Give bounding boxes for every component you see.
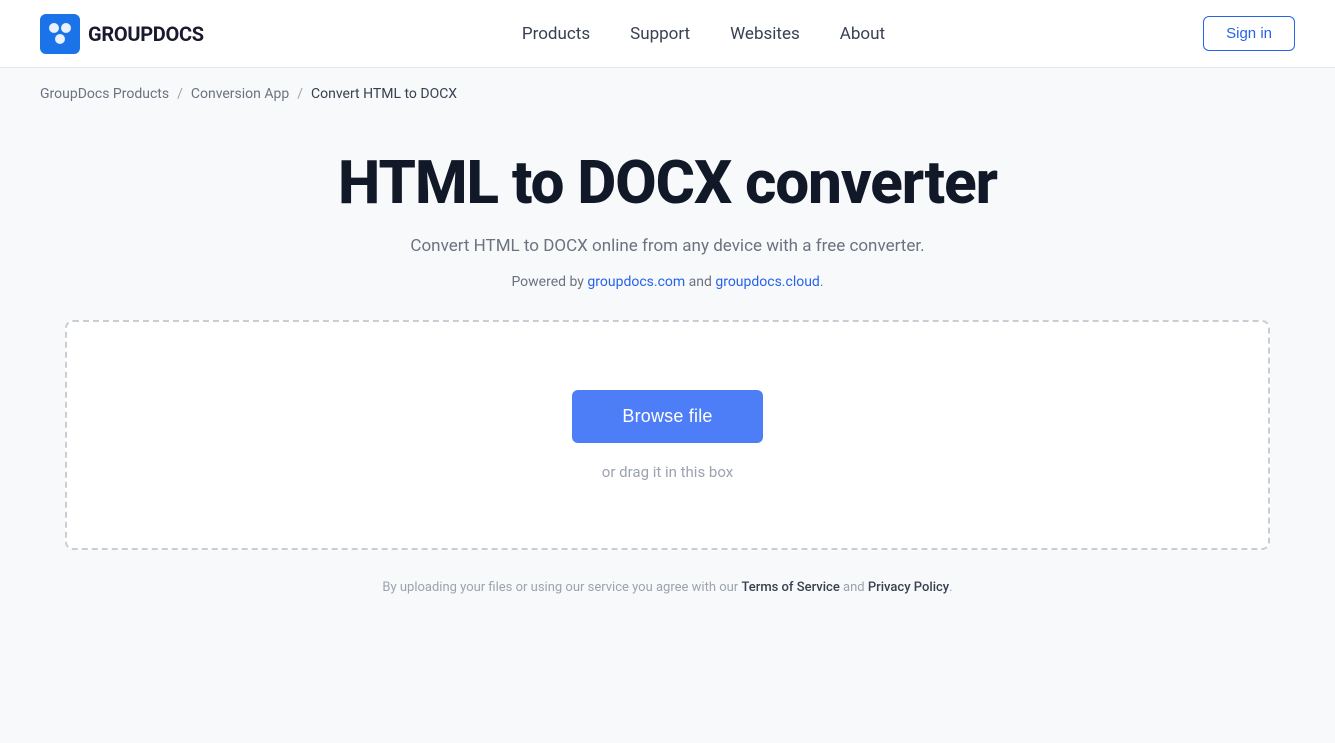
main-content: HTML to DOCX converter Convert HTML to D… (0, 120, 1335, 595)
groupdocs-logo-icon (40, 14, 80, 54)
nav-link-about[interactable]: About (840, 24, 885, 44)
nav-item-products[interactable]: Products (522, 24, 590, 44)
page-title: HTML to DOCX converter (338, 150, 997, 216)
logo-text: GROUPDOCS (88, 22, 204, 46)
powered-by-prefix: Powered by (511, 274, 587, 290)
groupdocs-cloud-link[interactable]: groupdocs.cloud (715, 274, 820, 290)
nav-link-websites[interactable]: Websites (730, 24, 800, 44)
breadcrumb-sep-1: / (177, 86, 183, 102)
breadcrumb-current: Convert HTML to DOCX (311, 86, 457, 102)
drop-zone[interactable]: Browse file or drag it in this box (65, 320, 1270, 550)
breadcrumb-home[interactable]: GroupDocs Products (40, 86, 169, 102)
footer-and: and (840, 580, 868, 595)
nav-menu: Products Support Websites About (204, 24, 1203, 44)
nav-link-support[interactable]: Support (630, 24, 690, 44)
footer-prefix: By uploading your files or using our ser… (382, 580, 741, 595)
logo[interactable]: GROUPDOCS (40, 14, 204, 54)
sign-in-button[interactable]: Sign in (1203, 16, 1295, 51)
breadcrumb: GroupDocs Products / Conversion App / Co… (0, 68, 1335, 120)
footer-suffix: . (949, 580, 952, 595)
privacy-policy-link[interactable]: Privacy Policy (868, 580, 949, 595)
navbar: GROUPDOCS Products Support Websites Abou… (0, 0, 1335, 68)
drag-text: or drag it in this box (602, 463, 733, 481)
nav-item-websites[interactable]: Websites (730, 24, 800, 44)
breadcrumb-sep-2: / (297, 86, 303, 102)
footer-note: By uploading your files or using our ser… (382, 580, 952, 595)
nav-link-products[interactable]: Products (522, 24, 590, 44)
page-subtitle: Convert HTML to DOCX online from any dev… (410, 236, 924, 256)
breadcrumb-conversion-app[interactable]: Conversion App (191, 86, 289, 102)
groupdocs-com-link[interactable]: groupdocs.com (587, 274, 685, 290)
powered-by-and: and (685, 274, 715, 290)
terms-of-service-link[interactable]: Terms of Service (741, 580, 839, 595)
powered-by-suffix: . (820, 274, 824, 290)
powered-by: Powered by groupdocs.com and groupdocs.c… (511, 274, 823, 290)
nav-item-support[interactable]: Support (630, 24, 690, 44)
browse-file-button[interactable]: Browse file (572, 390, 762, 443)
nav-item-about[interactable]: About (840, 24, 885, 44)
